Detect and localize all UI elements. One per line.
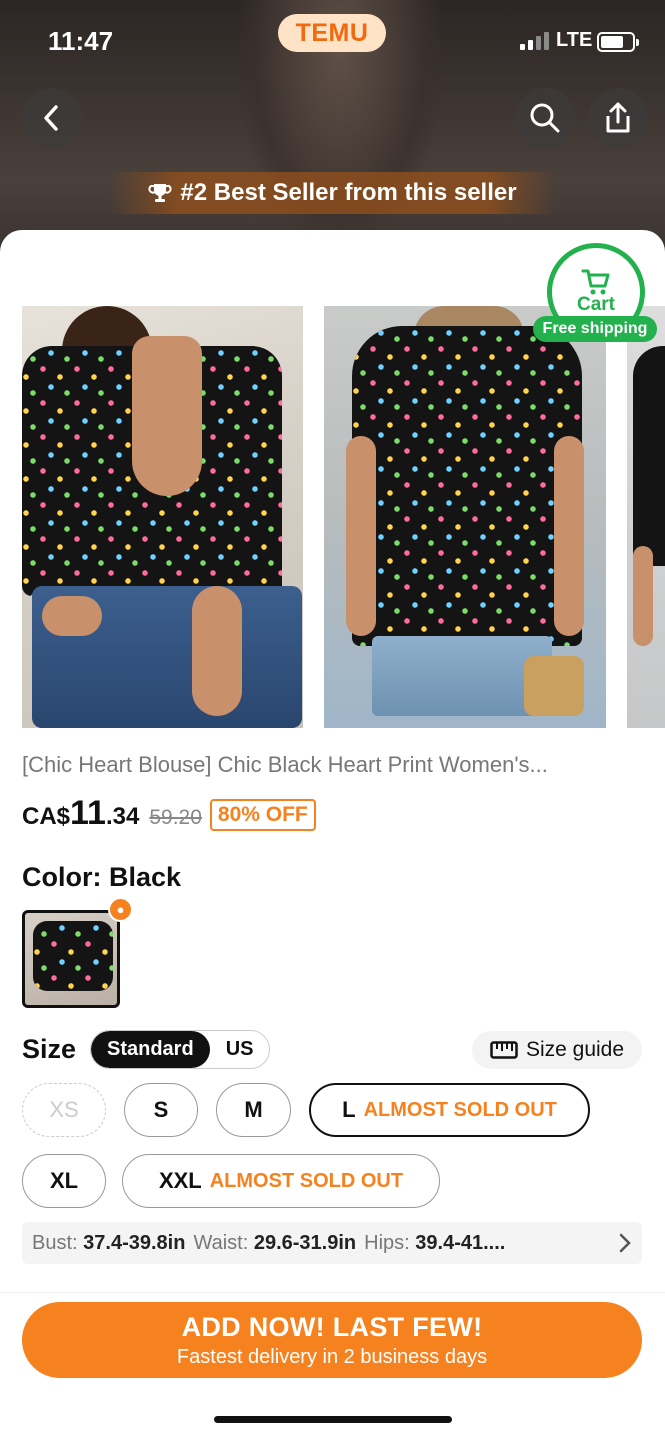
home-indicator[interactable] <box>214 1416 452 1423</box>
add-to-cart-button[interactable]: ADD NOW! LAST FEW! Fastest delivery in 2… <box>22 1302 642 1378</box>
status-bar: 11:47 TEMU LTE <box>0 0 665 80</box>
original-price: 59.20 <box>149 806 202 829</box>
hips-label: Hips: <box>364 1231 410 1254</box>
product-gallery[interactable] <box>22 306 665 728</box>
size-option-xs[interactable]: XS <box>22 1083 106 1137</box>
divider <box>0 1292 665 1293</box>
free-shipping-badge: Free shipping <box>533 316 657 342</box>
price-cents: .34 <box>105 803 140 830</box>
product-image-3[interactable] <box>627 306 665 728</box>
color-swatch-black[interactable] <box>22 910 120 1008</box>
price-currency: CA$ <box>22 803 71 830</box>
hot-item-icon: ● <box>108 897 133 922</box>
temu-logo: TEMU <box>278 14 386 52</box>
size-standard-toggle[interactable]: Standard US <box>90 1030 271 1069</box>
size-option-l[interactable]: L ALMOST SOLD OUT <box>309 1083 590 1137</box>
toggle-standard[interactable]: Standard <box>91 1031 210 1068</box>
bust-label: Bust: <box>32 1231 78 1254</box>
cart-label: Cart <box>576 294 615 315</box>
size-option-label: XXL <box>158 1168 202 1193</box>
search-button[interactable] <box>515 88 575 148</box>
best-seller-text: #2 Best Seller from this seller <box>180 179 517 206</box>
battery-icon <box>597 32 639 52</box>
chevron-right-icon <box>619 1233 631 1253</box>
waist-value: 29.6-31.9in <box>253 1231 357 1254</box>
search-icon <box>530 103 560 133</box>
almost-sold-out-label: ALMOST SOLD OUT <box>363 1098 557 1121</box>
share-button[interactable] <box>588 88 648 148</box>
color-label: Color: Black <box>22 862 182 892</box>
size-option-label: S <box>153 1097 169 1122</box>
bust-value: 37.4-39.8in <box>83 1231 186 1254</box>
size-option-label: M <box>244 1097 263 1122</box>
hips-value: 39.4-41.... <box>415 1231 506 1254</box>
cta-subtitle: Fastest delivery in 2 business days <box>176 1345 488 1368</box>
share-icon <box>606 102 630 133</box>
size-label: Size <box>22 1034 77 1064</box>
size-guide-button[interactable]: Size guide <box>472 1031 642 1069</box>
size-option-s[interactable]: S <box>124 1083 198 1137</box>
size-option-label: L <box>342 1097 356 1122</box>
measurements-row[interactable]: Bust: 37.4-39.8in Waist: 29.6-31.9in Hip… <box>22 1222 642 1264</box>
cart-icon <box>581 269 610 295</box>
size-guide-label: Size guide <box>525 1038 625 1061</box>
trophy-icon <box>148 184 172 202</box>
size-option-label: XL <box>49 1168 79 1193</box>
price-row: CA$ 11 .34 59.20 80% OFF <box>22 794 316 834</box>
size-option-m[interactable]: M <box>216 1083 291 1137</box>
ruler-icon <box>490 1041 518 1059</box>
status-time: 11:47 <box>48 26 114 56</box>
network-type: LTE <box>556 29 593 51</box>
chevron-left-icon <box>44 105 58 131</box>
product-image-2[interactable] <box>324 306 606 728</box>
price-whole: 11 <box>70 794 106 832</box>
almost-sold-out-label: ALMOST SOLD OUT <box>209 1169 404 1192</box>
discount-badge: 80% OFF <box>209 799 316 831</box>
toggle-us[interactable]: US <box>210 1031 270 1068</box>
product-image-1[interactable] <box>22 306 303 728</box>
back-button[interactable] <box>22 88 82 148</box>
size-option-xl[interactable]: XL <box>22 1154 106 1208</box>
size-option-xxl[interactable]: XXL ALMOST SOLD OUT <box>122 1154 440 1208</box>
best-seller-banner[interactable]: #2 Best Seller from this seller <box>110 172 555 214</box>
size-option-label: XS <box>49 1097 79 1122</box>
cta-title: ADD NOW! LAST FEW! <box>181 1311 483 1342</box>
product-title[interactable]: [Chic Heart Blouse] Chic Black Heart Pri… <box>22 752 647 778</box>
signal-icon <box>520 30 549 50</box>
waist-label: Waist: <box>193 1231 249 1254</box>
